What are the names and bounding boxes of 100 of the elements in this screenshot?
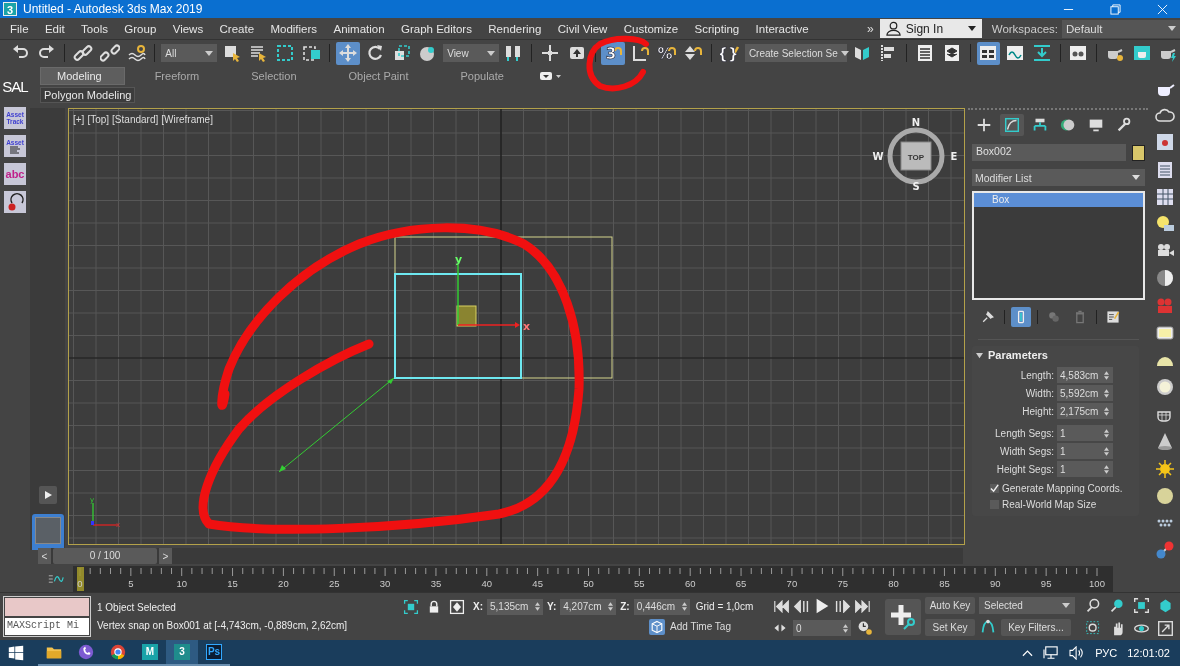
table-window-icon[interactable]: [1155, 186, 1175, 207]
viewport-label[interactable]: [Wireframe]: [161, 114, 213, 125]
absolute-mode-icon[interactable]: [449, 598, 465, 615]
half-moon-icon[interactable]: [1155, 268, 1175, 289]
menu-item[interactable]: Animation: [325, 22, 393, 35]
maximize-icon[interactable]: [1157, 619, 1174, 637]
windows-start-icon[interactable]: [8, 645, 24, 661]
spinner-arrows-icon[interactable]: [1104, 370, 1109, 380]
menu-item[interactable]: Graph Editors: [392, 22, 481, 35]
zoom-region-icon[interactable]: [1085, 619, 1102, 637]
spinner-field[interactable]: 1: [1057, 425, 1113, 441]
list-window-icon[interactable]: [1155, 159, 1175, 180]
spinner-field[interactable]: 1: [1057, 461, 1113, 477]
molecule-icon[interactable]: [1155, 540, 1175, 561]
light-bulb-icon[interactable]: [1155, 213, 1175, 234]
spinner-arrows-icon[interactable]: [608, 602, 614, 611]
next-frame-icon[interactable]: [833, 599, 851, 613]
ribbon-tab[interactable]: Selection: [235, 68, 319, 84]
set-key-button[interactable]: Set Key: [925, 618, 975, 636]
auto-key-button[interactable]: Auto Key: [925, 597, 975, 614]
color-swatch[interactable]: [1132, 144, 1145, 161]
add-time-tag-button[interactable]: Add Time Tag: [649, 618, 731, 635]
viewcube[interactable]: TOP: [900, 141, 932, 171]
menu-item[interactable]: Edit: [36, 22, 73, 35]
coordinate-field[interactable]: 4,207cm: [560, 598, 617, 615]
spinner-arrows-icon[interactable]: [681, 602, 687, 611]
previous-frame-button[interactable]: <: [38, 548, 51, 564]
spinner-arrows-icon[interactable]: [1104, 406, 1109, 416]
checkbox[interactable]: [990, 484, 999, 493]
taskbar-app[interactable]: Ps: [198, 640, 230, 666]
menu-item[interactable]: Interactive: [747, 22, 817, 35]
spinner-field[interactable]: 5,592cm: [1057, 385, 1113, 401]
time-marker[interactable]: [77, 567, 84, 591]
chevron-up-icon[interactable]: [1022, 649, 1034, 657]
key-filters-button[interactable]: Key Filters...: [1001, 618, 1071, 636]
isolate-icon[interactable]: [403, 598, 419, 615]
go-to-end-icon[interactable]: [853, 599, 871, 613]
spinner-field[interactable]: 1: [1057, 443, 1113, 459]
sun-icon[interactable]: [1155, 458, 1175, 479]
move-button[interactable]: [336, 41, 361, 65]
checkbox-label[interactable]: Real-World Map Size: [1002, 499, 1097, 510]
go-to-start-icon[interactable]: [773, 599, 791, 613]
expand-button[interactable]: [38, 486, 57, 504]
input-language[interactable]: РУС: [1095, 647, 1118, 659]
spinner-arrows-icon[interactable]: [1104, 464, 1109, 474]
sign-in-dropdown[interactable]: Sign In: [879, 19, 982, 38]
ribbon-toggle-button[interactable]: [976, 41, 1001, 65]
previous-frame-icon[interactable]: [793, 599, 811, 613]
key-mode-icon[interactable]: [773, 622, 787, 634]
coordinate-field[interactable]: 0,446cm: [633, 598, 690, 615]
restore-icon[interactable]: [1110, 3, 1121, 15]
network-icon[interactable]: [1043, 646, 1060, 660]
named-selection-sets-button[interactable]: {}: [718, 41, 742, 65]
dropdown[interactable]: Create Selection Se: [744, 44, 847, 62]
viewport-label[interactable]: [Top]: [87, 114, 110, 125]
spinner-arrows-icon[interactable]: [1104, 388, 1109, 398]
script-label[interactable]: SAL: [2, 78, 28, 95]
menu-item[interactable]: Create: [211, 22, 263, 35]
coordinate-field[interactable]: 5,135cm: [487, 598, 543, 615]
menu-item[interactable]: Tools: [72, 22, 117, 35]
next-frame-button[interactable]: >: [159, 548, 172, 564]
ribbon-tab[interactable]: Freeform: [138, 68, 222, 84]
clock-gear-icon[interactable]: [857, 620, 873, 636]
viewport-layout-tab[interactable]: [31, 514, 64, 550]
volume-icon[interactable]: [1069, 646, 1086, 660]
menu-item[interactable]: Modifiers: [262, 22, 326, 35]
maxscript-field[interactable]: MAXScript Mi: [5, 618, 89, 635]
menu-item[interactable]: Rendering: [480, 22, 550, 35]
ribbon-tab[interactable]: Populate: [444, 68, 526, 84]
collapse-arrow-icon[interactable]: [976, 351, 983, 359]
taskbar-app[interactable]: 3: [166, 640, 198, 666]
spinner-arrows-icon[interactable]: [1104, 446, 1109, 456]
lock-icon[interactable]: [427, 598, 441, 615]
zoom-extents-icon[interactable]: [1133, 596, 1150, 614]
checkbox-label[interactable]: Generate Mapping Coords.: [1002, 483, 1123, 494]
clock[interactable]: 12:01:02: [1127, 647, 1170, 659]
menu-item[interactable]: Scripting: [686, 22, 748, 35]
ribbon-panel-label[interactable]: Polygon Modeling: [40, 87, 136, 103]
zoom-icon[interactable]: [1085, 596, 1102, 614]
spinner-arrows-icon[interactable]: [1104, 428, 1109, 438]
dropdown[interactable]: All: [161, 44, 217, 62]
workspace-dropdown[interactable]: Default: [1062, 19, 1180, 38]
ribbon-tab[interactable]: Modeling: [40, 67, 125, 85]
ribbon-tab[interactable]: Object Paint: [332, 68, 431, 84]
ring-icon[interactable]: [1155, 377, 1175, 398]
menu-item[interactable]: Group: [116, 22, 165, 35]
viewport-label[interactable]: [+]: [73, 114, 85, 125]
menu-item[interactable]: Civil View: [549, 22, 616, 35]
spinner-field[interactable]: 2,175cm: [1057, 403, 1113, 419]
spinner-arrows-icon[interactable]: [843, 623, 848, 633]
close-icon[interactable]: [1157, 3, 1168, 15]
toggle-icon[interactable]: [539, 71, 562, 81]
spinner-field[interactable]: 4,583cm: [1057, 367, 1113, 383]
object-name-field[interactable]: Box002: [972, 144, 1126, 161]
menu-item[interactable]: Customize: [615, 22, 687, 35]
cone-icon[interactable]: [1155, 431, 1175, 452]
overflow-chevron[interactable]: »: [867, 21, 874, 36]
spinner-arrows-icon[interactable]: [535, 602, 540, 611]
curve-box-tab[interactable]: [1000, 114, 1024, 136]
broken-link-button[interactable]: [98, 41, 122, 65]
